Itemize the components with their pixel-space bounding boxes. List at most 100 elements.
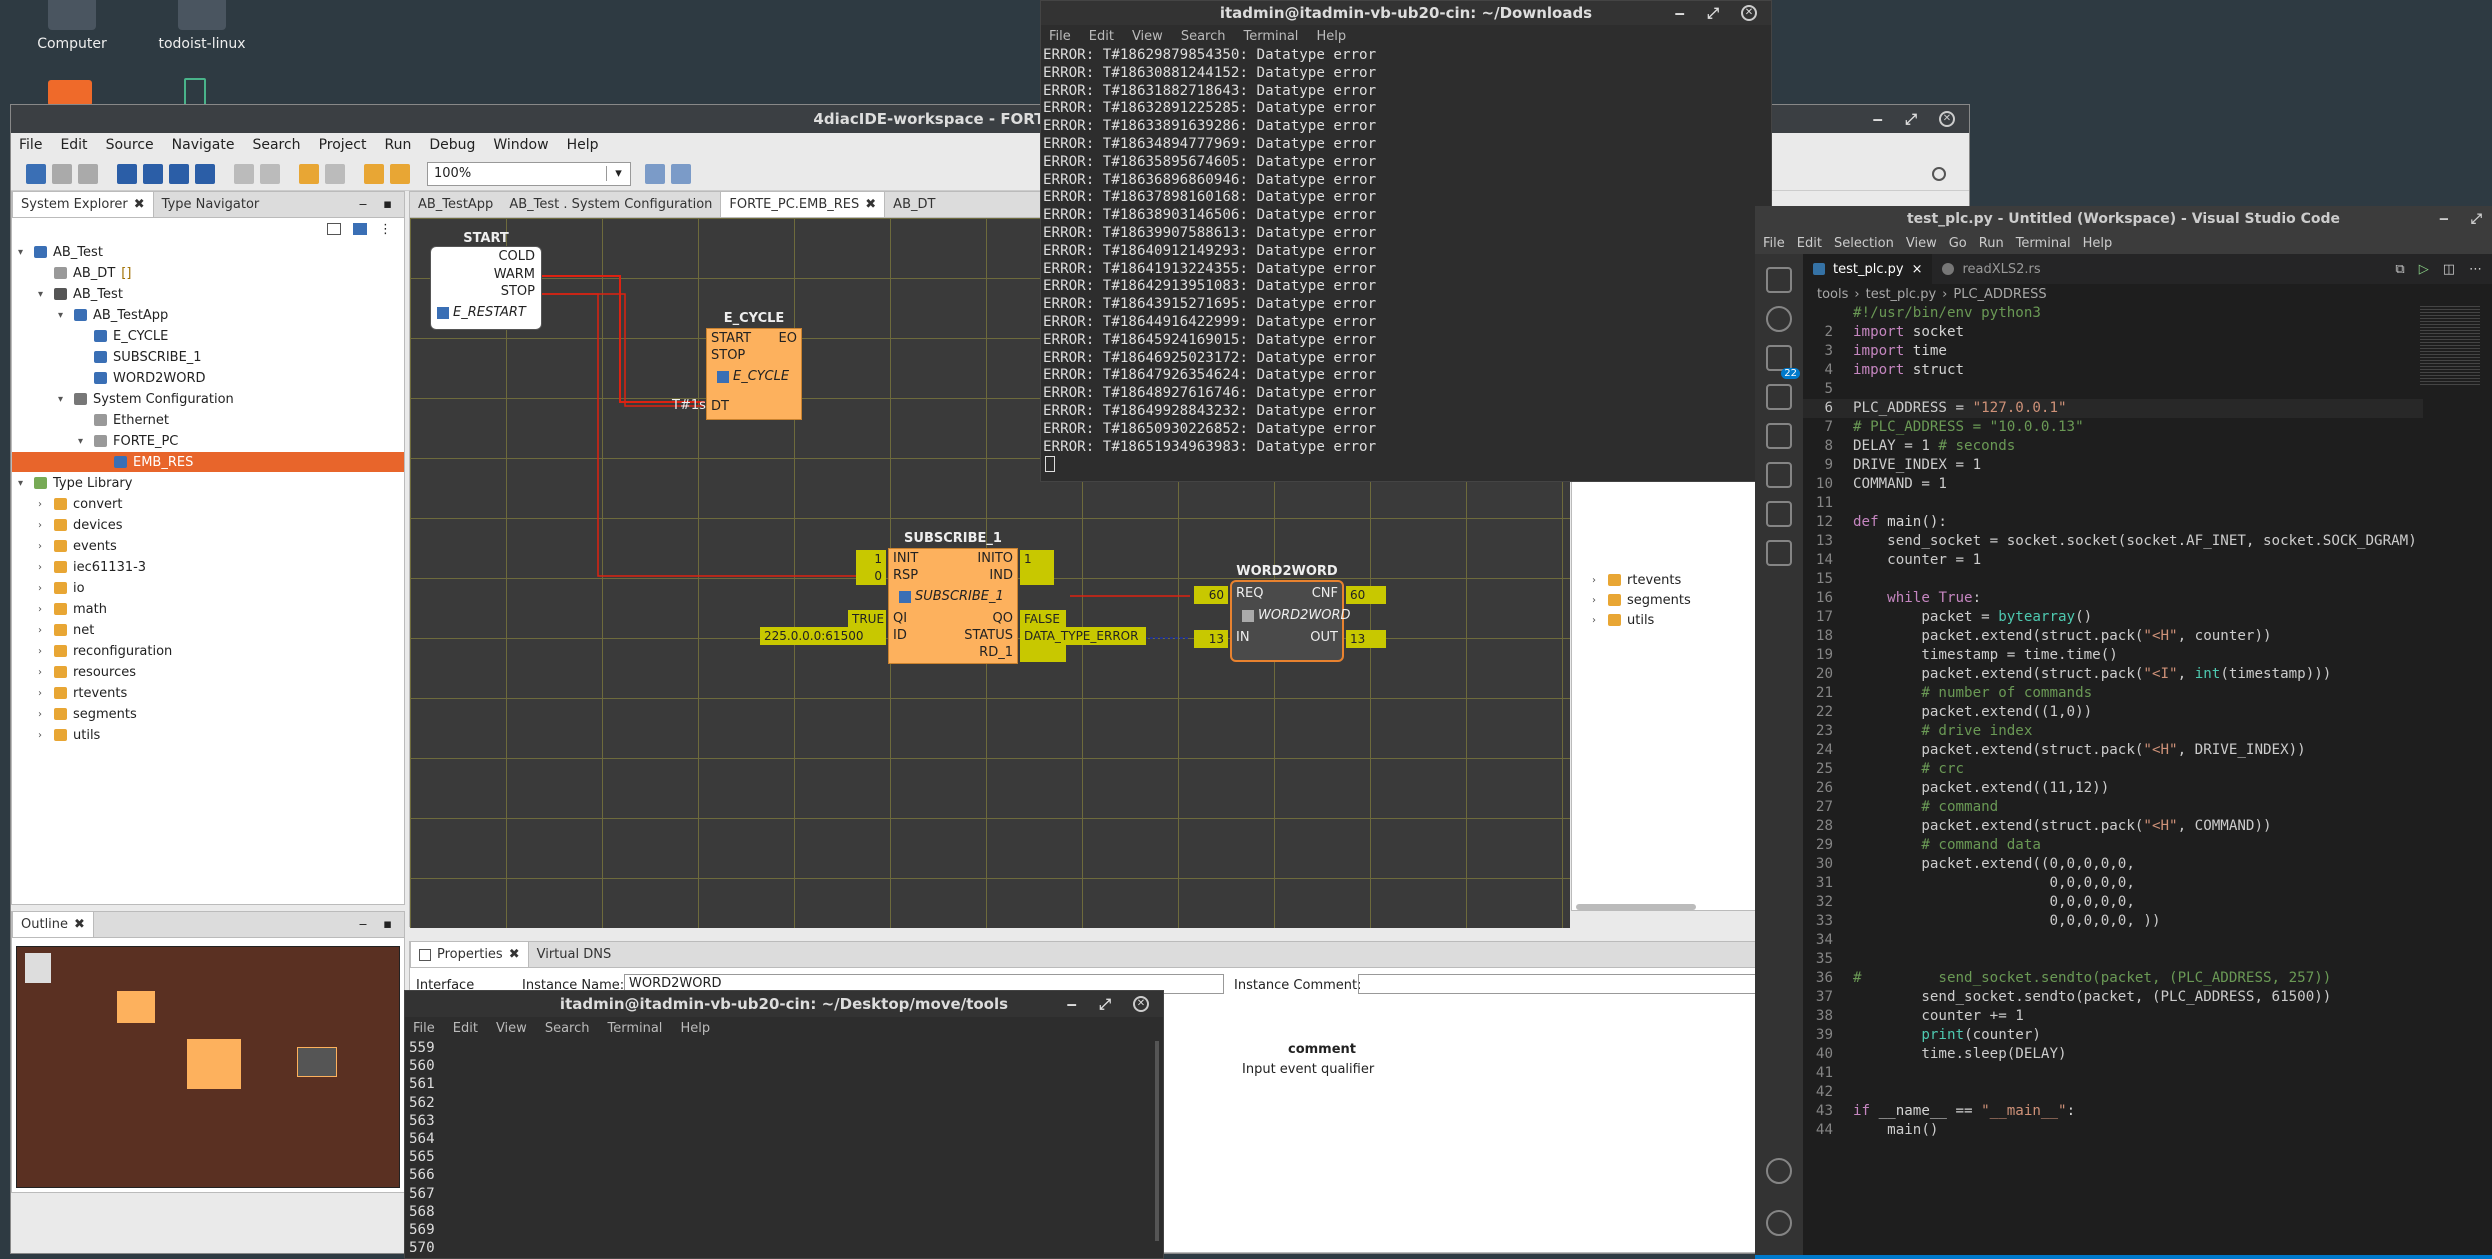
tab-system-configuration[interactable]: AB_Test . System Configuration bbox=[501, 192, 720, 217]
tree-item[interactable]: › iec61131-3 bbox=[38, 557, 146, 577]
value-cnf[interactable]: 60 bbox=[1346, 586, 1386, 604]
folder-icon[interactable] bbox=[48, 80, 92, 106]
pin-stop[interactable]: STOP bbox=[711, 348, 745, 363]
menu-view[interactable]: View bbox=[496, 1021, 527, 1036]
value-out[interactable]: 13 bbox=[1346, 630, 1386, 648]
terminal-output[interactable]: 559 560 561 562 563 564 565 566 567 568 569 570 bbox=[405, 1039, 1163, 1257]
tab-ab-dt[interactable]: AB_DT bbox=[885, 192, 943, 217]
chevron-down-icon[interactable]: ▾ bbox=[606, 166, 630, 181]
tab-readxls2[interactable]: readXLS2.rs bbox=[1932, 254, 2050, 284]
fb-start[interactable]: START COLD WARM STOP E_RESTART bbox=[430, 231, 542, 330]
menu-search[interactable]: Search bbox=[545, 1021, 590, 1036]
pin-rd-1[interactable]: RD_1 bbox=[979, 645, 1013, 660]
align-icon[interactable] bbox=[645, 163, 665, 184]
pin-ind[interactable]: IND bbox=[989, 568, 1013, 583]
pin-req[interactable]: REQ bbox=[1236, 586, 1263, 601]
chevron-right-icon[interactable]: › bbox=[38, 709, 48, 720]
undo-icon[interactable] bbox=[234, 163, 254, 184]
pin-rsp[interactable]: RSP bbox=[893, 568, 918, 583]
pin-out[interactable]: OUT bbox=[1310, 630, 1338, 645]
chevron-right-icon[interactable]: › bbox=[38, 541, 48, 552]
account-icon[interactable] bbox=[1766, 1158, 1792, 1184]
pin-cold[interactable]: COLD bbox=[498, 249, 535, 264]
pin-qo[interactable]: QO bbox=[993, 611, 1013, 626]
minimize-icon[interactable]: ‒ bbox=[359, 917, 367, 932]
close-icon[interactable]: ✕ bbox=[1939, 111, 1955, 127]
minimize-icon[interactable]: ‒ bbox=[1067, 995, 1077, 1013]
maximize-icon[interactable]: ▪ bbox=[383, 197, 392, 212]
pin-dt[interactable]: DT bbox=[711, 399, 729, 414]
tree-item[interactable]: ▾ FORTE_PC bbox=[78, 431, 178, 451]
menu-file[interactable]: File bbox=[1763, 236, 1785, 251]
tab-ab-testapp[interactable]: AB_TestApp bbox=[410, 192, 501, 217]
chevron-right-icon[interactable]: › bbox=[38, 730, 48, 741]
chevron-right-icon[interactable]: › bbox=[38, 583, 48, 594]
menu-edit[interactable]: Edit bbox=[453, 1021, 478, 1036]
app-icon[interactable] bbox=[184, 78, 206, 106]
tree-item[interactable]: › reconfiguration bbox=[38, 641, 172, 661]
menu-edit[interactable]: Edit bbox=[1089, 29, 1114, 44]
view-menu-icon[interactable]: ⋮ bbox=[379, 222, 392, 237]
close-icon[interactable]: ✖ bbox=[74, 917, 85, 932]
forward-icon[interactable] bbox=[325, 163, 345, 184]
split-editor-icon[interactable]: ◫ bbox=[2443, 262, 2455, 277]
value-id[interactable]: 225.0.0.0:61500 bbox=[760, 627, 886, 645]
chevron-down-icon[interactable]: ▾ bbox=[58, 310, 68, 321]
pin-cnf[interactable]: CNF bbox=[1312, 586, 1338, 601]
menu-edit[interactable]: Edit bbox=[1797, 236, 1822, 251]
dt-value[interactable]: T#1s bbox=[672, 398, 706, 413]
minimize-icon[interactable]: ‒ bbox=[1873, 110, 1883, 128]
remote-explorer-icon[interactable] bbox=[1766, 423, 1792, 449]
link-editor-icon[interactable] bbox=[353, 223, 367, 235]
tab-outline[interactable]: Outline ✖ bbox=[12, 912, 94, 937]
tree-item[interactable]: › utils bbox=[38, 725, 100, 745]
tree-item[interactable]: E_CYCLE bbox=[78, 326, 168, 346]
breadcrumb-folder[interactable]: tools bbox=[1817, 287, 1848, 302]
tree-item[interactable]: › resources bbox=[38, 662, 136, 682]
pin-init[interactable]: INIT bbox=[893, 551, 918, 566]
fb-subscribe[interactable]: SUBSCRIBE_1 INIT RSP INITO IND SUBSCRIBE… bbox=[888, 531, 1018, 664]
gear-icon[interactable] bbox=[1766, 1210, 1792, 1236]
minimize-icon[interactable]: ‒ bbox=[2439, 211, 2449, 227]
monitor-icon[interactable] bbox=[195, 163, 215, 184]
tree-item[interactable]: SUBSCRIBE_1 bbox=[78, 347, 202, 367]
tree-item-rtevents[interactable]: › rtevents bbox=[1592, 570, 1681, 590]
outline-thumbnail[interactable] bbox=[16, 946, 400, 1188]
menu-terminal[interactable]: Terminal bbox=[2016, 236, 2071, 251]
terminal-output[interactable]: ERROR: T#18629879854350: Datatype error E… bbox=[1041, 47, 1771, 457]
horizontal-scrollbar[interactable] bbox=[1576, 904, 1696, 910]
tree-item[interactable]: › devices bbox=[38, 515, 122, 535]
chevron-right-icon[interactable]: › bbox=[38, 520, 48, 531]
menu-window[interactable]: Window bbox=[493, 137, 548, 153]
pin-in[interactable]: IN bbox=[1236, 630, 1250, 645]
tree-item[interactable]: › io bbox=[38, 578, 85, 598]
menu-search[interactable]: Search bbox=[252, 137, 300, 153]
tree-item[interactable]: › events bbox=[38, 536, 117, 556]
refresh-icon[interactable] bbox=[390, 163, 410, 184]
collapse-all-icon[interactable] bbox=[327, 223, 341, 235]
tree-item-segments[interactable]: › segments bbox=[1592, 590, 1691, 610]
chevron-down-icon[interactable]: ▾ bbox=[58, 394, 68, 405]
source-control-icon[interactable]: 22 bbox=[1766, 345, 1800, 379]
tree-item[interactable]: EMB_RES bbox=[12, 452, 404, 472]
desktop-icon-computer[interactable]: Computer bbox=[12, 0, 132, 52]
menu-help[interactable]: Help bbox=[680, 1021, 710, 1036]
menu-run[interactable]: Run bbox=[384, 137, 411, 153]
more-icon[interactable]: ⋯ bbox=[2469, 262, 2482, 277]
minimap[interactable] bbox=[2420, 306, 2480, 386]
maximize-icon[interactable]: ⤢ bbox=[2471, 211, 2482, 227]
menu-project[interactable]: Project bbox=[319, 137, 367, 153]
menu-file[interactable]: File bbox=[19, 137, 42, 153]
value-rd-1[interactable] bbox=[1020, 644, 1066, 662]
menu-edit[interactable]: Edit bbox=[60, 137, 87, 153]
up-icon[interactable] bbox=[364, 163, 384, 184]
menu-navigate[interactable]: Navigate bbox=[172, 137, 235, 153]
tree-item[interactable]: WORD2WORD bbox=[78, 368, 206, 388]
menu-search[interactable]: Search bbox=[1181, 29, 1226, 44]
download-icon[interactable] bbox=[143, 163, 163, 184]
tree-item[interactable]: › net bbox=[38, 620, 94, 640]
menu-help[interactable]: Help bbox=[1316, 29, 1346, 44]
maximize-icon[interactable]: ▪ bbox=[383, 917, 392, 932]
explorer-icon[interactable] bbox=[1766, 267, 1792, 293]
chevron-down-icon[interactable]: ▾ bbox=[18, 478, 28, 489]
